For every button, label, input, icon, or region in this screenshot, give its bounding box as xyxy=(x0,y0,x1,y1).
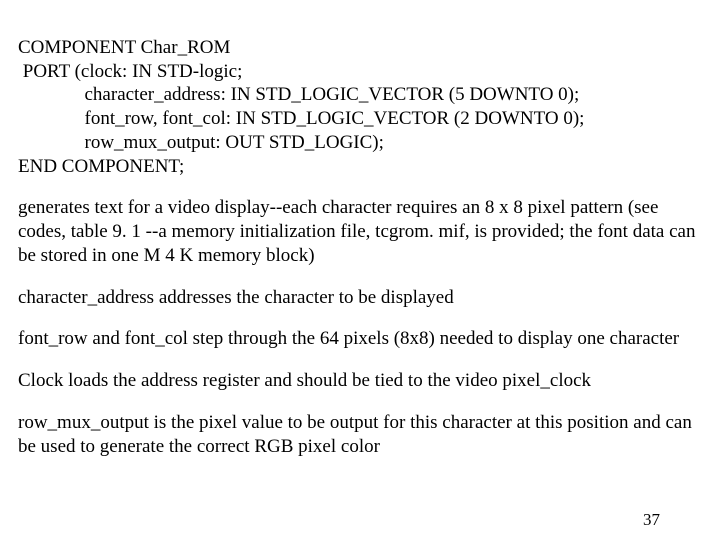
font-row-col-paragraph: font_row and font_col step through the 6… xyxy=(18,327,702,351)
code-line-1: COMPONENT Char_ROM xyxy=(18,37,230,58)
code-line-3: character_address: IN STD_LOGIC_VECTOR (… xyxy=(18,84,579,105)
description-paragraph: generates text for a video display--each… xyxy=(18,196,702,267)
code-line-6: END COMPONENT; xyxy=(18,156,184,177)
code-line-2: PORT (clock: IN STD-logic; xyxy=(18,61,242,82)
character-address-paragraph: character_address addresses the characte… xyxy=(18,286,702,310)
row-mux-output-paragraph: row_mux_output is the pixel value to be … xyxy=(18,411,702,459)
clock-paragraph: Clock loads the address register and sho… xyxy=(18,369,702,393)
page-number: 37 xyxy=(643,509,660,530)
slide-page: COMPONENT Char_ROM PORT (clock: IN STD-l… xyxy=(0,0,720,540)
vhdl-component-declaration: COMPONENT Char_ROM PORT (clock: IN STD-l… xyxy=(18,12,702,178)
code-line-5: row_mux_output: OUT STD_LOGIC); xyxy=(18,132,384,153)
code-line-4: font_row, font_col: IN STD_LOGIC_VECTOR … xyxy=(18,108,584,129)
